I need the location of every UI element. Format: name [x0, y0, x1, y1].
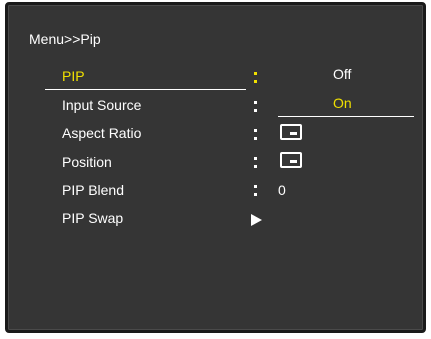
pip-blend-value: 0	[278, 182, 286, 198]
pip-colon	[254, 72, 258, 83]
selection-underline	[45, 89, 246, 90]
aspect-ratio-colon	[254, 129, 258, 140]
pip-window-icon	[280, 124, 302, 140]
option-on[interactable]: On	[333, 95, 352, 111]
position-colon	[254, 157, 258, 168]
pip-window-icon	[280, 152, 302, 168]
right-arrow-icon[interactable]	[251, 214, 262, 226]
menu-item-input-source[interactable]: Input Source	[62, 97, 141, 113]
menu-item-pip-swap[interactable]: PIP Swap	[62, 210, 123, 226]
input-source-colon	[254, 101, 258, 112]
pip-blend-colon	[254, 185, 258, 196]
menu-item-pip[interactable]: PIP	[62, 68, 85, 84]
menu-item-pip-blend[interactable]: PIP Blend	[62, 182, 124, 198]
menu-item-position[interactable]: Position	[62, 154, 112, 170]
option-off[interactable]: Off	[333, 66, 351, 82]
menu-item-aspect-ratio[interactable]: Aspect Ratio	[62, 125, 141, 141]
osd-menu-panel: Menu>>Pip PIP Input Source Aspect Ratio …	[5, 2, 426, 333]
menu-breadcrumb: Menu>>Pip	[29, 31, 101, 47]
option-underline	[278, 116, 414, 117]
